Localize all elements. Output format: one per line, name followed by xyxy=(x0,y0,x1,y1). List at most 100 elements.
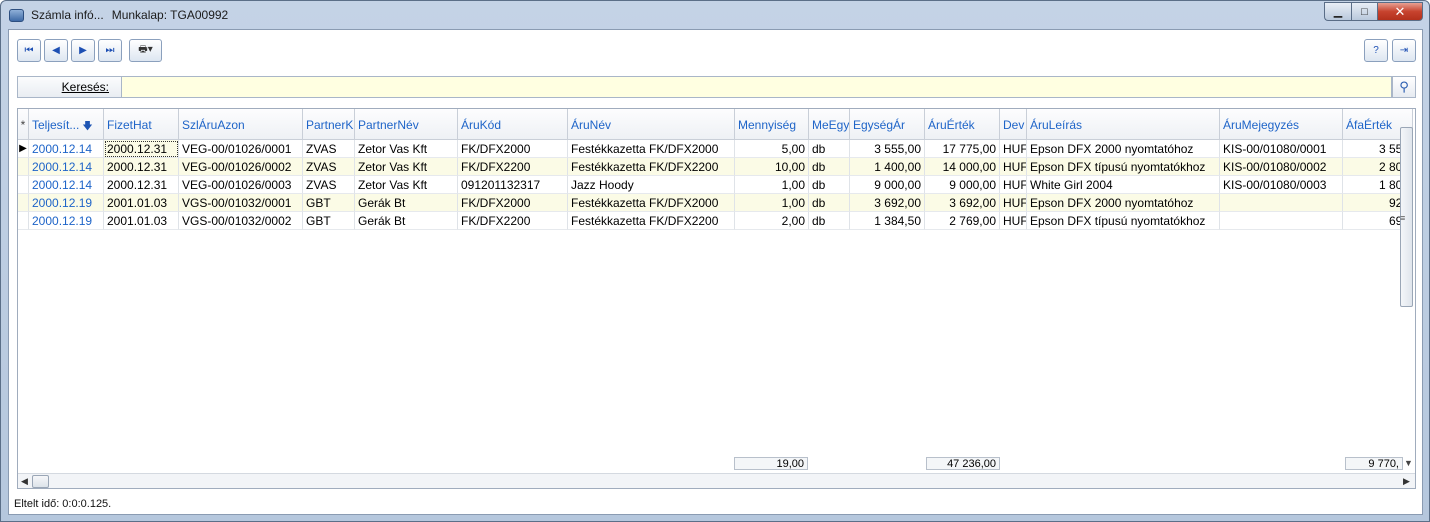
exit-button[interactable]: ⇥ xyxy=(1392,39,1416,62)
cell-dev[interactable]: HUF xyxy=(1000,194,1027,212)
cell-mennyiseg[interactable]: 5,00 xyxy=(735,140,809,158)
horizontal-scrollbar[interactable]: ◀ ▶ xyxy=(18,473,1415,488)
cell-partnernev[interactable]: Gerák Bt xyxy=(355,194,458,212)
cell-szlaruazon[interactable]: VGS-00/01032/0002 xyxy=(179,212,303,230)
cell-partnernev[interactable]: Zetor Vas Kft xyxy=(355,176,458,194)
vertical-scrollbar[interactable]: ≡ xyxy=(1398,127,1415,467)
cell-arunev[interactable]: Festékkazetta FK/DFX2200 xyxy=(568,212,735,230)
header-mennyiseg[interactable]: Mennyiség xyxy=(735,109,809,140)
header-egysegar[interactable]: EgységÁr xyxy=(850,109,925,140)
table-row[interactable]: 2000.12.19 2001.01.03 VGS-00/01032/0001 GBT… xyxy=(18,194,1413,212)
cell-teljesites[interactable]: 2000.12.14 xyxy=(29,176,104,194)
header-arunev[interactable]: ÁruNév xyxy=(568,109,735,140)
cell-arukod[interactable]: FK/DFX2000 xyxy=(458,194,568,212)
cell-aruleiras[interactable]: Epson DFX 2000 nyomtatóhoz xyxy=(1027,140,1220,158)
cell-arunev[interactable]: Festékkazetta FK/DFX2000 xyxy=(568,194,735,212)
cell-dev[interactable]: HUF xyxy=(1000,176,1027,194)
header-arumegjegyzes[interactable]: ÁruMejegyzés xyxy=(1220,109,1343,140)
cell-arumegjegyzes[interactable]: KIS-00/01080/0003 xyxy=(1220,176,1343,194)
cell-aruertek[interactable]: 9 000,00 xyxy=(925,176,1000,194)
cell-partnerk[interactable]: GBT xyxy=(303,194,355,212)
cell-arukod[interactable]: 091201132317 xyxy=(458,176,568,194)
cell-arunev[interactable]: Festékkazetta FK/DFX2000 xyxy=(568,140,735,158)
cell-arunev[interactable]: Festékkazetta FK/DFX2200 xyxy=(568,158,735,176)
minimize-button[interactable]: ▁ xyxy=(1324,2,1351,21)
chevron-down-icon[interactable]: ▼ xyxy=(1404,458,1413,468)
header-arukod[interactable]: ÁruKód xyxy=(458,109,568,140)
cell-dev[interactable]: HUF xyxy=(1000,140,1027,158)
cell-mennyiseg[interactable]: 10,00 xyxy=(735,158,809,176)
next-record-button[interactable]: ▶ xyxy=(71,39,95,62)
cell-aruertek[interactable]: 3 692,00 xyxy=(925,194,1000,212)
cell-partnernev[interactable]: Zetor Vas Kft xyxy=(355,158,458,176)
cell-partnerk[interactable]: ZVAS xyxy=(303,140,355,158)
cell-teljesites[interactable]: 2000.12.19 xyxy=(29,194,104,212)
horizontal-scroll-thumb[interactable] xyxy=(32,475,49,488)
cell-arukod[interactable]: FK/DFX2200 xyxy=(458,212,568,230)
print-button[interactable]: 🖶▾ xyxy=(129,39,162,62)
scroll-left-icon[interactable]: ◀ xyxy=(21,476,28,487)
cell-arumegjegyzes[interactable] xyxy=(1220,212,1343,230)
header-partnernev[interactable]: PartnerNév xyxy=(355,109,458,140)
cell-teljesites[interactable]: 2000.12.14 xyxy=(29,140,104,158)
cell-dev[interactable]: HUF xyxy=(1000,158,1027,176)
cell-meegy[interactable]: db xyxy=(809,176,850,194)
cell-dev[interactable]: HUF xyxy=(1000,212,1027,230)
cell-fizethat[interactable]: 2001.01.03 xyxy=(104,194,179,212)
cell-teljesites[interactable]: 2000.12.14 xyxy=(29,158,104,176)
cell-arunev[interactable]: Jazz Hoody xyxy=(568,176,735,194)
table-row[interactable]: 2000.12.14 2000.12.31 VEG-00/01026/0002 ZVA… xyxy=(18,158,1413,176)
header-partnerk[interactable]: PartnerK xyxy=(303,109,355,140)
cell-meegy[interactable]: db xyxy=(809,212,850,230)
cell-fizethat[interactable]: 2001.01.03 xyxy=(104,212,179,230)
cell-szlaruazon[interactable]: VEG-00/01026/0003 xyxy=(179,176,303,194)
cell-aruleiras[interactable]: Epson DFX típusú nyomtatókhoz xyxy=(1027,158,1220,176)
scroll-right-icon[interactable]: ▶ xyxy=(1403,476,1410,487)
cell-szlaruazon[interactable]: VGS-00/01032/0001 xyxy=(179,194,303,212)
search-button[interactable]: ⚲ xyxy=(1392,76,1416,98)
maximize-button[interactable]: □ xyxy=(1351,2,1377,21)
cell-partnerk[interactable]: GBT xyxy=(303,212,355,230)
cell-fizethat[interactable]: 2000.12.31 xyxy=(104,140,179,158)
header-szlaruazon[interactable]: SzlÁruAzon xyxy=(179,109,303,140)
cell-aruertek[interactable]: 14 000,00 xyxy=(925,158,1000,176)
header-aruleiras[interactable]: ÁruLeírás xyxy=(1027,109,1220,140)
search-input[interactable] xyxy=(121,76,1392,98)
cell-mennyiseg[interactable]: 2,00 xyxy=(735,212,809,230)
cell-arumegjegyzes[interactable] xyxy=(1220,194,1343,212)
table-row[interactable]: 2000.12.19 2001.01.03 VGS-00/01032/0002 GBT… xyxy=(18,212,1413,230)
previous-record-button[interactable]: ◀ xyxy=(44,39,68,62)
header-fizethat[interactable]: FizetHat xyxy=(104,109,179,140)
cell-arukod[interactable]: FK/DFX2200 xyxy=(458,158,568,176)
cell-partnerk[interactable]: ZVAS xyxy=(303,158,355,176)
header-meegy[interactable]: MeEgy xyxy=(809,109,850,140)
cell-fizethat[interactable]: 2000.12.31 xyxy=(104,158,179,176)
first-record-button[interactable]: ⏮ xyxy=(17,39,41,62)
cell-szlaruazon[interactable]: VEG-00/01026/0001 xyxy=(179,140,303,158)
close-button[interactable]: ✕ xyxy=(1377,2,1423,21)
cell-arumegjegyzes[interactable]: KIS-00/01080/0001 xyxy=(1220,140,1343,158)
cell-aruleiras[interactable]: Epson DFX típusú nyomtatókhoz xyxy=(1027,212,1220,230)
cell-partnernev[interactable]: Zetor Vas Kft xyxy=(355,140,458,158)
cell-egysegar[interactable]: 9 000,00 xyxy=(850,176,925,194)
cell-egysegar[interactable]: 3 555,00 xyxy=(850,140,925,158)
cell-fizethat[interactable]: 2000.12.31 xyxy=(104,176,179,194)
cell-aruertek[interactable]: 17 775,00 xyxy=(925,140,1000,158)
header-dev[interactable]: Dev xyxy=(1000,109,1027,140)
cell-teljesites[interactable]: 2000.12.19 xyxy=(29,212,104,230)
cell-egysegar[interactable]: 3 692,00 xyxy=(850,194,925,212)
cell-meegy[interactable]: db xyxy=(809,158,850,176)
title-bar[interactable]: Számla infó... Munkalap: TGA00992 ▁ □ ✕ xyxy=(1,1,1429,29)
cell-meegy[interactable]: db xyxy=(809,140,850,158)
cell-arumegjegyzes[interactable]: KIS-00/01080/0002 xyxy=(1220,158,1343,176)
cell-egysegar[interactable]: 1 400,00 xyxy=(850,158,925,176)
last-record-button[interactable]: ⏭ xyxy=(98,39,122,62)
cell-arukod[interactable]: FK/DFX2000 xyxy=(458,140,568,158)
cell-partnerk[interactable]: ZVAS xyxy=(303,176,355,194)
cell-meegy[interactable]: db xyxy=(809,194,850,212)
cell-mennyiseg[interactable]: 1,00 xyxy=(735,194,809,212)
cell-szlaruazon[interactable]: VEG-00/01026/0002 xyxy=(179,158,303,176)
table-row[interactable]: 2000.12.14 2000.12.31 VEG-00/01026/0003 ZVA… xyxy=(18,176,1413,194)
cell-aruleiras[interactable]: White Girl 2004 xyxy=(1027,176,1220,194)
cell-egysegar[interactable]: 1 384,50 xyxy=(850,212,925,230)
